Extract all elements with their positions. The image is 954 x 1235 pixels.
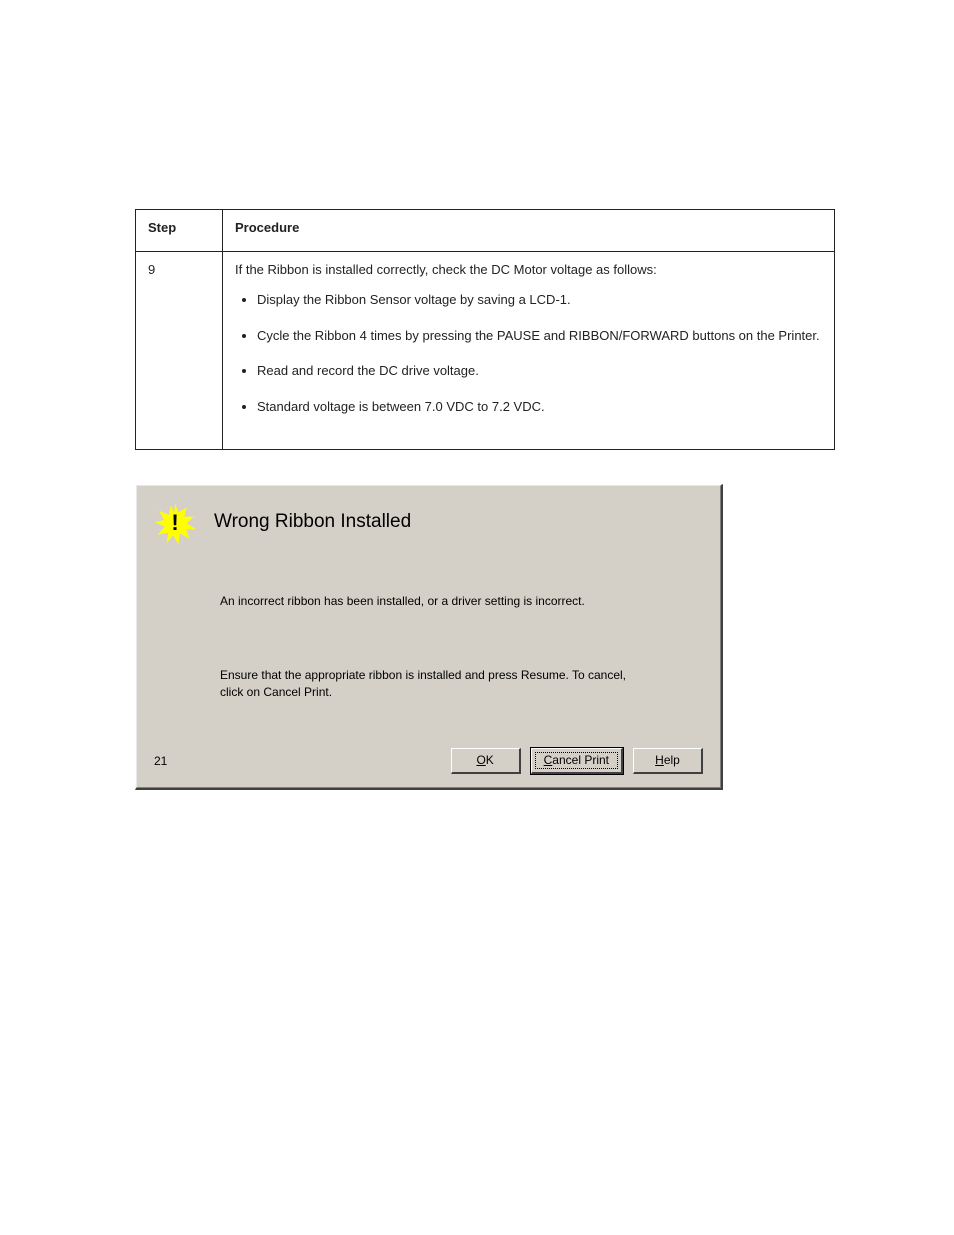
procedure-lead-text: If the Ribbon is installed correctly, ch… [235, 262, 822, 277]
error-dialog: ! Wrong Ribbon Installed An incorrect ri… [135, 484, 723, 790]
procedure-table: Step Procedure 9 If the Ribbon is instal… [135, 209, 835, 450]
list-item: Standard voltage is between 7.0 VDC to 7… [257, 398, 822, 416]
warning-burst-icon: ! [154, 503, 196, 545]
list-item: Read and record the DC drive voltage. [257, 362, 822, 380]
procedure-bullet-list: Display the Ribbon Sensor voltage by sav… [235, 291, 822, 415]
dialog-message-secondary: Ensure that the appropriate ribbon is in… [220, 667, 650, 699]
dialog-message-primary: An incorrect ribbon has been installed, … [220, 593, 650, 609]
error-code-label: 21 [154, 754, 167, 768]
procedure-cell: If the Ribbon is installed correctly, ch… [223, 252, 835, 450]
list-item: Display the Ribbon Sensor voltage by sav… [257, 291, 822, 309]
dialog-title: Wrong Ribbon Installed [214, 511, 411, 533]
step-number-cell: 9 [136, 252, 223, 450]
col-header-step: Step [136, 210, 223, 252]
help-button[interactable]: Help [633, 748, 703, 774]
table-row: 9 If the Ribbon is installed correctly, … [136, 252, 835, 450]
list-item: Cycle the Ribbon 4 times by pressing the… [257, 327, 822, 345]
col-header-procedure: Procedure [223, 210, 835, 252]
ok-button[interactable]: OK [451, 748, 521, 774]
cancel-print-button[interactable]: Cancel Print [531, 748, 623, 774]
